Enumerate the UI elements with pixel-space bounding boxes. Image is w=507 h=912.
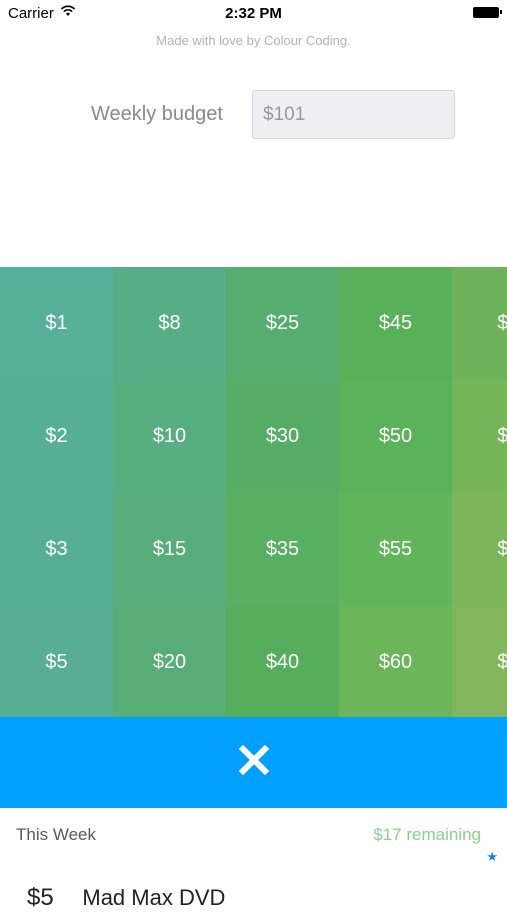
credit-text: Made with love by Colour Coding. [156, 33, 351, 48]
amount-button[interactable]: $15 [113, 493, 226, 606]
amount-button[interactable]: $6 [452, 267, 507, 380]
amount-button[interactable]: $2 [0, 380, 113, 493]
amount-column: $45 $50 $55 $60 [339, 267, 452, 717]
budget-label: Weekly budget [91, 103, 223, 125]
amount-button[interactable]: $50 [339, 380, 452, 493]
clear-button[interactable] [0, 717, 507, 808]
week-label: This Week [16, 825, 96, 844]
amount-button[interactable]: $25 [226, 267, 339, 380]
amount-button[interactable]: $3 [0, 493, 113, 606]
amount-button[interactable]: $60 [339, 606, 452, 717]
amount-button[interactable]: $45 [339, 267, 452, 380]
amount-button[interactable]: $40 [226, 606, 339, 717]
amount-button[interactable]: $1 [0, 267, 113, 380]
amount-button[interactable]: $30 [226, 380, 339, 493]
clock: 2:32 PM [225, 5, 282, 22]
close-icon [238, 744, 270, 781]
entry-description: Mad Max DVD [82, 885, 226, 910]
amount-column: $8 $10 $15 $20 [113, 267, 226, 717]
amount-button[interactable]: $55 [339, 493, 452, 606]
entry-amount: $5 [27, 884, 54, 911]
amount-grid: $1 $2 $3 $5 $8 $10 $15 $20 $25 $30 $35 $40 $45 $50 $55… [0, 267, 507, 717]
amount-button[interactable]: $8 [452, 606, 507, 717]
amount-button[interactable]: $35 [226, 493, 339, 606]
amount-button[interactable]: $7 [452, 380, 507, 493]
star-icon: ★ [486, 849, 498, 864]
battery-icon [473, 7, 502, 18]
amount-column: $25 $30 $35 $40 [226, 267, 339, 717]
amount-button[interactable]: $10 [113, 380, 226, 493]
amount-column: $6$7$7$8 [452, 267, 507, 717]
amount-button[interactable]: $7 [452, 493, 507, 606]
amount-button[interactable]: $5 [0, 606, 113, 717]
amount-button[interactable]: $20 [113, 606, 226, 717]
budget-input[interactable] [252, 90, 455, 139]
expense-entry[interactable]: $5 Mad Max DVD [27, 884, 225, 912]
status-bar: Carrier 2:32 PM [0, 0, 507, 28]
amount-column: $1 $2 $3 $5 [0, 267, 113, 717]
amount-button[interactable]: $8 [113, 267, 226, 380]
remaining-amount: $17 remaining [373, 825, 481, 844]
